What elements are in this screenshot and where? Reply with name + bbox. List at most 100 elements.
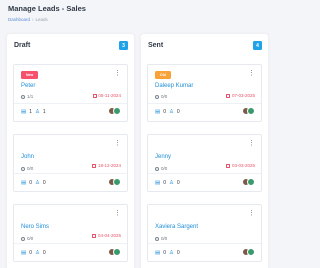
circle-icon <box>21 94 25 99</box>
avatar <box>247 248 255 256</box>
column-count-badge: 3 <box>119 41 128 50</box>
members-count: 1 <box>42 109 46 115</box>
task-count: 0/0 <box>155 94 167 99</box>
due-date-value: 05-11-2024 <box>98 93 121 98</box>
three-dots-vertical-icon[interactable]: ⋮ <box>114 70 121 77</box>
due-date-value: 03-03-2025 <box>231 163 255 168</box>
files-count: 1 <box>29 109 32 115</box>
task-count-value: 0/0 <box>27 236 34 241</box>
user-icon: ♙ <box>168 250 174 256</box>
task-count: 0/0 <box>21 166 33 171</box>
card-footer: ▤ 0 ♙ 0 <box>21 250 46 256</box>
lead-card[interactable]: Old ⋮ Daleep Kumar 0/0 07-03-2025 ▤ 0 ♙ 0 <box>147 64 262 122</box>
avatar <box>247 178 255 186</box>
three-dots-vertical-icon[interactable]: ⋮ <box>248 210 255 217</box>
task-count: 1/1 <box>21 94 33 99</box>
page-title: Manage Leads - Sales <box>8 4 86 13</box>
task-count-value: 0/0 <box>161 94 168 99</box>
status-badge: Old <box>155 71 171 79</box>
three-dots-vertical-icon[interactable]: ⋮ <box>248 140 255 147</box>
lead-card[interactable]: ⋮ John 0/0 18-12-2024 ▤ 0 ♙ 0 <box>13 134 128 192</box>
task-count: 0/0 <box>21 236 33 241</box>
lead-name-link[interactable]: Daleep Kumar <box>155 83 193 89</box>
avatar <box>113 107 121 115</box>
avatar <box>113 248 121 256</box>
column-draft: Draft 3 New ⋮ Peter 1/1 05-11-2024 ▤ 1 ♙ 1… <box>7 34 134 268</box>
file-icon: ▤ <box>155 180 161 186</box>
column-sent: Sent 4 Old ⋮ Daleep Kumar 0/0 07-03-2025… <box>141 34 268 268</box>
calendar-icon <box>92 233 97 238</box>
file-icon: ▤ <box>21 250 27 256</box>
avatar <box>113 178 121 186</box>
task-count-value: 1/1 <box>27 94 34 99</box>
due-date: 03-03-2025 <box>226 163 255 168</box>
avatar-group[interactable] <box>241 178 255 186</box>
due-date: 18-12-2024 <box>92 163 121 168</box>
task-count-value: 0/0 <box>161 236 168 241</box>
card-footer: ▤ 1 ♙ 1 <box>21 109 46 115</box>
members-count: 0 <box>176 180 180 186</box>
page-header: Manage Leads - Sales Dashboard › Leads <box>8 4 86 22</box>
members-count: 0 <box>176 250 180 256</box>
file-icon: ▤ <box>155 109 161 115</box>
file-icon: ▤ <box>21 109 27 115</box>
lead-name-link[interactable]: John <box>21 154 34 160</box>
three-dots-vertical-icon[interactable]: ⋮ <box>114 210 121 217</box>
lead-name-link[interactable]: Nero Sims <box>21 224 49 230</box>
files-count: 0 <box>163 250 166 256</box>
divider <box>148 173 261 174</box>
lead-card[interactable]: ⋮ Xaviera Sargent 0/0 ▤ 0 ♙ 0 <box>147 204 262 262</box>
files-count: 0 <box>29 180 32 186</box>
card-footer: ▤ 0 ♙ 0 <box>155 180 180 186</box>
divider <box>14 173 127 174</box>
column-count-badge: 4 <box>253 41 262 50</box>
members-count: 0 <box>42 250 46 256</box>
three-dots-vertical-icon[interactable]: ⋮ <box>114 140 121 147</box>
avatar-group[interactable] <box>107 178 121 186</box>
breadcrumb-current: Leads <box>35 17 48 22</box>
circle-icon <box>155 94 159 99</box>
files-count: 0 <box>163 109 166 115</box>
calendar-icon <box>92 163 97 168</box>
user-icon: ♙ <box>168 180 174 186</box>
task-count: 0/0 <box>155 166 167 171</box>
due-date-value: 18-12-2024 <box>97 163 121 168</box>
lead-card[interactable]: New ⋮ Peter 1/1 05-11-2024 ▤ 1 ♙ 1 <box>13 64 128 122</box>
divider <box>148 103 261 104</box>
members-count: 0 <box>42 180 46 186</box>
circle-icon <box>155 236 159 241</box>
due-date: 07-03-2025 <box>226 93 255 98</box>
due-date: 04-04-2025 <box>92 233 121 238</box>
divider <box>14 103 127 104</box>
file-icon: ▤ <box>155 250 161 256</box>
circle-icon <box>21 236 25 241</box>
status-badge: New <box>21 71 39 79</box>
calendar-icon <box>226 163 231 168</box>
card-footer: ▤ 0 ♙ 0 <box>155 109 180 115</box>
user-icon: ♙ <box>34 180 40 186</box>
card-footer: ▤ 0 ♙ 0 <box>155 250 180 256</box>
user-icon: ♙ <box>34 109 40 115</box>
avatar-group[interactable] <box>107 248 121 256</box>
files-count: 0 <box>29 250 32 256</box>
members-count: 0 <box>176 109 180 115</box>
lead-card[interactable]: ⋮ Nero Sims 0/0 04-04-2025 ▤ 0 ♙ 0 <box>13 204 128 262</box>
lead-name-link[interactable]: Peter <box>21 83 35 89</box>
column-title: Sent <box>148 42 164 49</box>
lead-name-link[interactable]: Xaviera Sargent <box>155 224 198 230</box>
task-count: 0/0 <box>155 236 167 241</box>
divider <box>148 243 261 244</box>
avatar-group[interactable] <box>107 107 121 115</box>
breadcrumb-dashboard-link[interactable]: Dashboard <box>8 17 30 22</box>
avatar-group[interactable] <box>241 107 255 115</box>
file-icon: ▤ <box>21 180 27 186</box>
circle-icon <box>155 166 159 171</box>
lead-name-link[interactable]: Jenny <box>155 154 171 160</box>
circle-icon <box>21 166 25 171</box>
avatar-group[interactable] <box>241 248 255 256</box>
breadcrumb-separator-icon: › <box>32 17 34 22</box>
three-dots-vertical-icon[interactable]: ⋮ <box>248 70 255 77</box>
task-count-value: 0/0 <box>27 166 34 171</box>
due-date-value: 07-03-2025 <box>231 93 255 98</box>
lead-card[interactable]: ⋮ Jenny 0/0 03-03-2025 ▤ 0 ♙ 0 <box>147 134 262 192</box>
